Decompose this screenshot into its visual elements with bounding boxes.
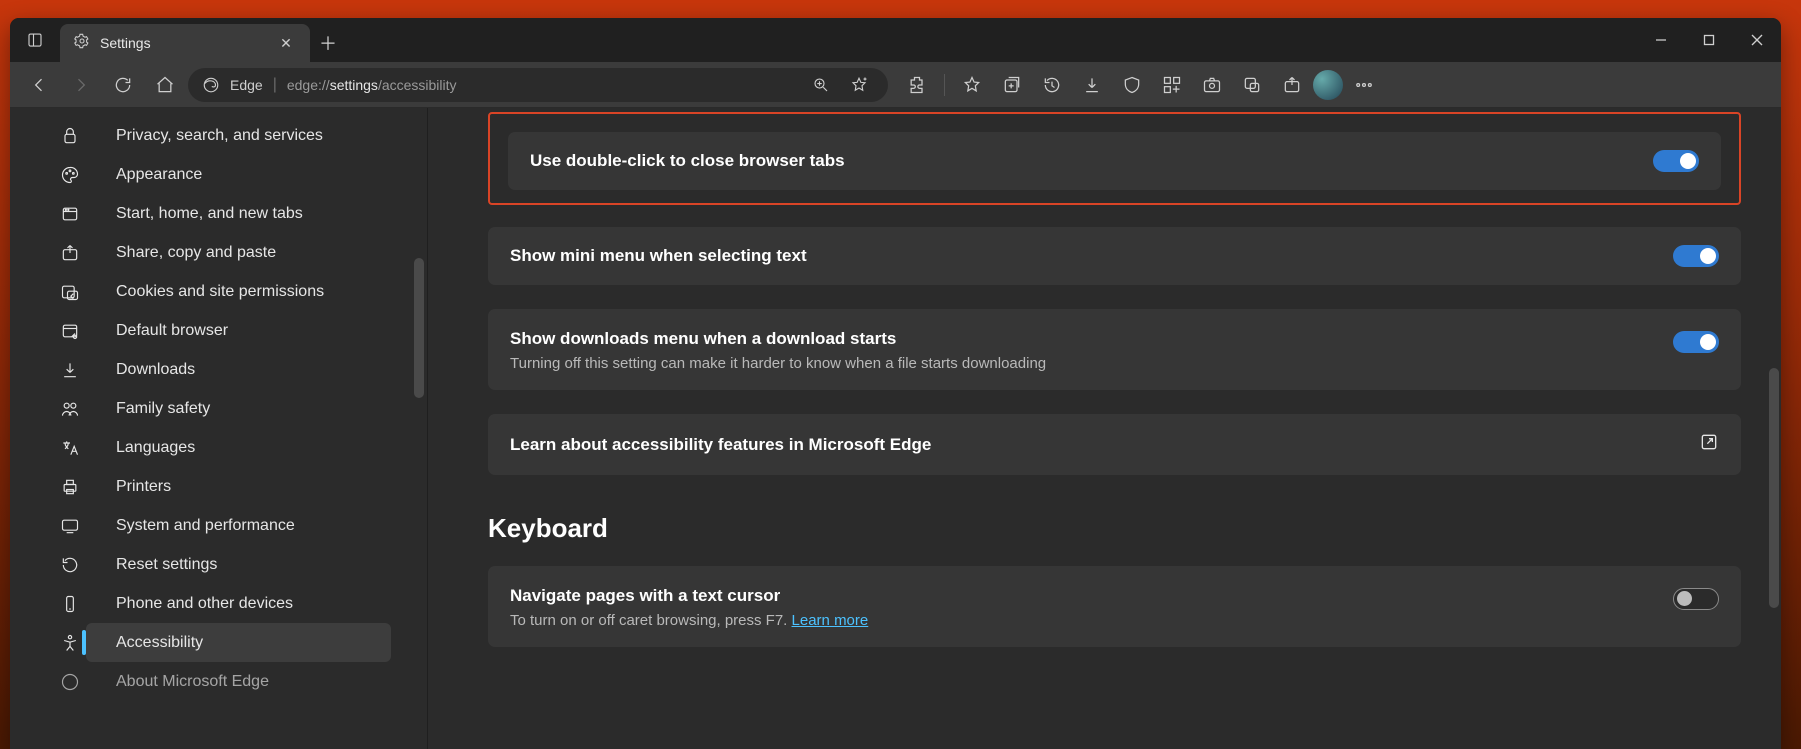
favorites-button[interactable]	[953, 66, 991, 104]
add-favorite-icon[interactable]	[844, 70, 874, 100]
sidebar-item-phone[interactable]: Phone and other devices	[10, 584, 391, 623]
setting-mini-menu: Show mini menu when selecting text	[488, 227, 1741, 285]
extensions-button[interactable]	[898, 66, 936, 104]
browser-tab[interactable]: Settings ✕	[60, 24, 310, 62]
external-link-icon	[1699, 432, 1719, 457]
tabs-from-devices-button[interactable]	[1233, 66, 1271, 104]
new-tab-button[interactable]: ＋	[310, 24, 346, 62]
tab-close-button[interactable]: ✕	[276, 33, 296, 53]
settings-main: Use double-click to close browser tabs S…	[428, 108, 1781, 749]
sidebar-scrollbar[interactable]	[414, 258, 424, 398]
sidebar-item-share[interactable]: Share, copy and paste	[10, 233, 391, 272]
setting-caret-browsing: Navigate pages with a text cursor To tur…	[488, 566, 1741, 647]
window-maximize-button[interactable]	[1685, 18, 1733, 62]
forward-button[interactable]	[62, 66, 100, 104]
back-button[interactable]	[20, 66, 58, 104]
zoom-icon[interactable]	[806, 70, 836, 100]
profile-avatar[interactable]	[1313, 70, 1343, 100]
sidebar-item-start[interactable]: Start, home, and new tabs	[10, 194, 391, 233]
toolbar: Edge | edge://settings/accessibility	[10, 62, 1781, 108]
settings-sidebar: Privacy, search, and services Appearance…	[10, 108, 428, 749]
edge-icon	[202, 76, 220, 94]
refresh-button[interactable]	[104, 66, 142, 104]
toggle-mini-menu[interactable]	[1673, 245, 1719, 267]
sidebar-item-reset[interactable]: Reset settings	[10, 545, 391, 584]
tab-title: Settings	[100, 35, 151, 51]
toggle-caret-browsing[interactable]	[1673, 588, 1719, 610]
address-bar[interactable]: Edge | edge://settings/accessibility	[188, 68, 888, 102]
sidebar-item-family[interactable]: Family safety	[10, 389, 391, 428]
security-button[interactable]	[1113, 66, 1151, 104]
highlighted-setting: Use double-click to close browser tabs	[488, 112, 1741, 205]
tab-actions-button[interactable]	[10, 18, 60, 62]
toggle-downloads-menu[interactable]	[1673, 331, 1719, 353]
learn-more-link[interactable]: Learn more	[792, 612, 869, 629]
share-button[interactable]	[1273, 66, 1311, 104]
downloads-button[interactable]	[1073, 66, 1111, 104]
sidebar-item-appearance[interactable]: Appearance	[10, 155, 391, 194]
section-heading-keyboard: Keyboard	[488, 513, 1741, 544]
setting-downloads-menu: Show downloads menu when a download star…	[488, 309, 1741, 390]
sidebar-item-downloads[interactable]: Downloads	[10, 350, 391, 389]
app-menu-button[interactable]	[1345, 66, 1383, 104]
window-minimize-button[interactable]	[1637, 18, 1685, 62]
main-scrollbar[interactable]	[1769, 368, 1779, 608]
sidebar-item-accessibility[interactable]: Accessibility	[86, 623, 391, 662]
addr-scheme-label: Edge	[230, 77, 263, 93]
apps-button[interactable]	[1153, 66, 1191, 104]
history-button[interactable]	[1033, 66, 1071, 104]
window-close-button[interactable]	[1733, 18, 1781, 62]
sidebar-item-printers[interactable]: Printers	[10, 467, 391, 506]
gear-icon	[74, 33, 90, 54]
setting-double-click-close: Use double-click to close browser tabs	[508, 132, 1721, 190]
toggle-double-click-close[interactable]	[1653, 150, 1699, 172]
screenshot-button[interactable]	[1193, 66, 1231, 104]
address-url: edge://settings/accessibility	[287, 77, 457, 93]
sidebar-item-default-browser[interactable]: Default browser	[10, 311, 391, 350]
sidebar-item-about[interactable]: About Microsoft Edge	[10, 662, 391, 701]
home-button[interactable]	[146, 66, 184, 104]
setting-learn-accessibility[interactable]: Learn about accessibility features in Mi…	[488, 414, 1741, 475]
sidebar-item-privacy[interactable]: Privacy, search, and services	[10, 116, 391, 155]
sidebar-item-cookies[interactable]: Cookies and site permissions	[10, 272, 391, 311]
tab-strip: Settings ✕ ＋	[10, 18, 1781, 62]
sidebar-item-system[interactable]: System and performance	[10, 506, 391, 545]
sidebar-item-languages[interactable]: Languages	[10, 428, 391, 467]
collections-button[interactable]	[993, 66, 1031, 104]
